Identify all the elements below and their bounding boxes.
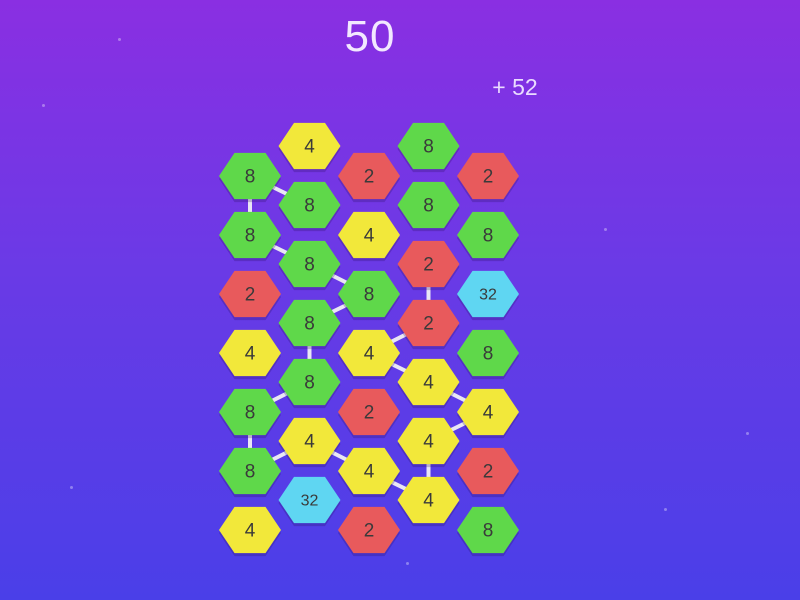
hex-tile[interactable]: 8	[278, 299, 341, 350]
hex-tile[interactable]: 8	[278, 358, 341, 409]
hex-tile-value: 8	[364, 285, 375, 306]
hex-tile-value: 2	[423, 255, 434, 276]
hex-board: 8 8 2 4 8 8 4 4 8 8 8 8 4 32 2 4 8 4 2 4 2 8 8 2 2 4 4 4 2 8 32 8 4 2 8	[219, 122, 519, 557]
hex-tile-value: 8	[304, 314, 315, 335]
hex-tile[interactable]: 8	[219, 447, 281, 498]
hex-tile-value: 4	[423, 491, 434, 512]
hex-tile-value: 2	[423, 314, 434, 335]
hex-tile-value: 8	[245, 462, 256, 483]
hex-tile[interactable]: 4	[278, 122, 341, 173]
hex-tile-value: 8	[423, 137, 434, 158]
hex-tile-value: 4	[364, 462, 375, 483]
hex-tile[interactable]: 2	[219, 270, 281, 321]
hex-tile-value: 8	[245, 167, 256, 188]
hex-tile[interactable]: 4	[397, 417, 460, 468]
hex-tile-value: 8	[304, 196, 315, 217]
hex-tile[interactable]: 8	[457, 211, 519, 262]
hex-tile[interactable]: 2	[338, 152, 400, 203]
hex-tile[interactable]: 4	[397, 476, 460, 527]
hex-tile[interactable]: 4	[338, 447, 400, 498]
hex-tile[interactable]: 8	[397, 122, 460, 173]
hex-tile[interactable]: 32	[278, 476, 341, 527]
hex-tile[interactable]: 2	[338, 506, 400, 557]
hex-tile-value: 4	[304, 432, 315, 453]
hex-tile-value: 8	[304, 373, 315, 394]
hex-tile[interactable]: 2	[457, 447, 519, 498]
hex-tile[interactable]: 8	[219, 211, 281, 262]
hex-tile-value: 8	[483, 521, 494, 542]
hex-tile[interactable]: 32	[457, 270, 519, 321]
hex-tile[interactable]: 8	[457, 506, 519, 557]
hex-tile-value: 4	[364, 226, 375, 247]
hex-tile-value: 8	[423, 196, 434, 217]
hex-tile-value: 4	[245, 344, 256, 365]
hex-tile[interactable]: 8	[278, 181, 341, 232]
hex-tile-value: 2	[364, 167, 375, 188]
hex-tile[interactable]: 4	[219, 506, 281, 557]
hex-tile[interactable]: 2	[338, 388, 400, 439]
hex-tile-value: 2	[483, 167, 494, 188]
hex-tile[interactable]: 4	[278, 417, 341, 468]
hex-tile-value: 8	[304, 255, 315, 276]
hex-tile-value: 8	[483, 226, 494, 247]
hex-tile-value: 2	[483, 462, 494, 483]
hex-tile-value: 8	[245, 226, 256, 247]
hex-tile-value: 4	[304, 137, 315, 158]
hex-tile-value: 2	[364, 403, 375, 424]
hex-tiles: 8 8 2 4 8 8 4 4 8 8 8 8 4 32 2 4 8 4 2 4 2 8 8 2 2 4 4 4 2 8 32 8 4 2 8	[219, 122, 519, 557]
hex-tile[interactable]: 4	[338, 211, 400, 262]
hex-tile-value: 32	[301, 493, 319, 510]
hex-tile[interactable]: 2	[457, 152, 519, 203]
hex-tile[interactable]: 4	[219, 329, 281, 380]
hex-tile[interactable]: 8	[338, 270, 400, 321]
hex-tile[interactable]: 2	[397, 299, 460, 350]
hex-tile-value: 4	[423, 373, 434, 394]
hex-tile[interactable]: 8	[457, 329, 519, 380]
hex-tile[interactable]: 8	[397, 181, 460, 232]
hex-tile-value: 2	[364, 521, 375, 542]
hex-tile[interactable]: 2	[397, 240, 460, 291]
hex-tile-value: 32	[479, 287, 497, 304]
hex-tile-value: 4	[483, 403, 494, 424]
hex-tile[interactable]: 4	[457, 388, 519, 439]
hex-tile-value: 4	[423, 432, 434, 453]
hex-tile[interactable]: 4	[397, 358, 460, 409]
hex-tile[interactable]: 8	[219, 152, 281, 203]
hex-tile[interactable]: 8	[219, 388, 281, 439]
hex-tile[interactable]: 8	[278, 240, 341, 291]
hex-tile-value: 4	[364, 344, 375, 365]
hex-tile-value: 2	[245, 285, 256, 306]
hex-tile-value: 8	[245, 403, 256, 424]
hex-tile[interactable]: 4	[338, 329, 400, 380]
hex-tile-value: 4	[245, 521, 256, 542]
hex-tile-value: 8	[483, 344, 494, 365]
